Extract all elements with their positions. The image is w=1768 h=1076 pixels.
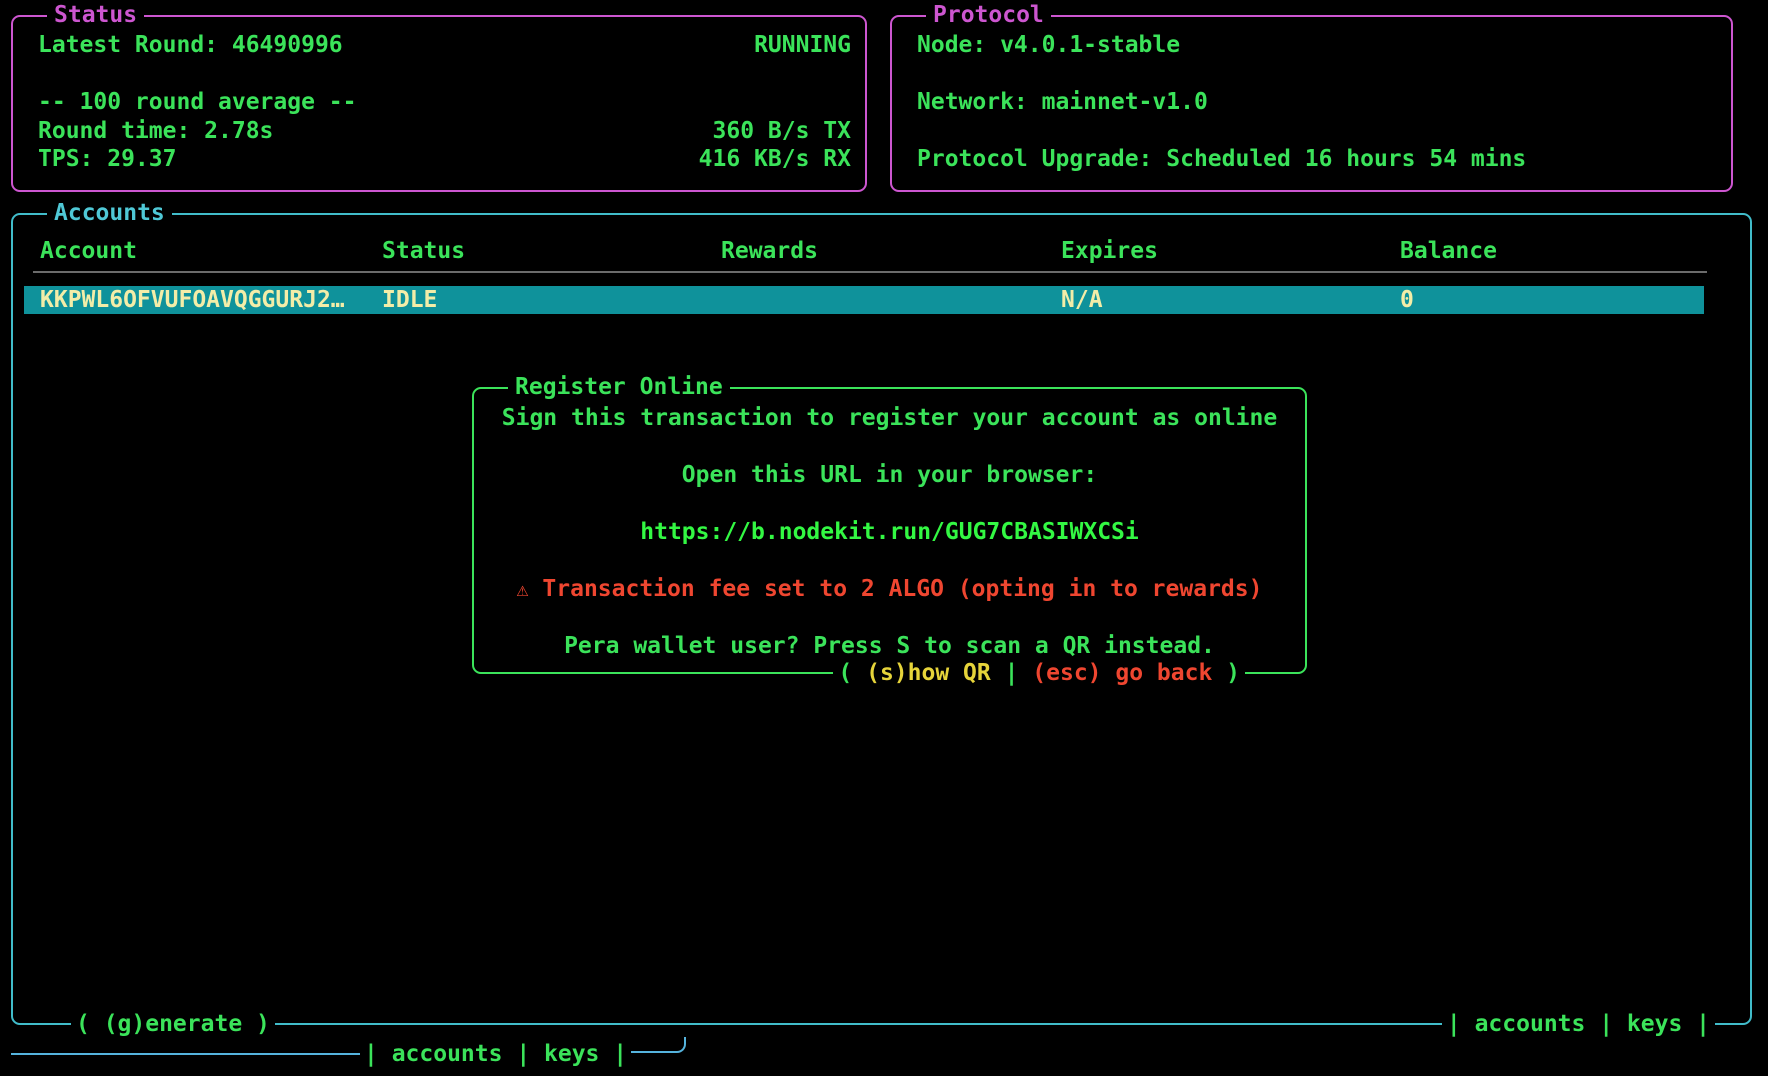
accounts-panel: Accounts Account Status Rewards Expires … — [11, 213, 1752, 1025]
account-expires-cell: N/A — [1061, 287, 1400, 313]
column-header-status: Status — [382, 238, 721, 264]
fee-warning-text: ⚠ Transaction fee set to 2 ALGO (opting … — [474, 575, 1305, 632]
account-status-cell: IDLE — [382, 287, 721, 313]
round-average-header: -- 100 round average -- — [38, 89, 357, 115]
dialog-footer-actions: ( (s)how QR | (esc) go back ) — [833, 659, 1245, 687]
accounts-panel-tabs[interactable]: | accounts | keys | — [1442, 1010, 1715, 1038]
tx-rate-text: 360 B/s TX — [713, 118, 851, 144]
status-content: Latest Round: 46490996 RUNNING -- 100 ro… — [13, 17, 865, 190]
round-time-text: Round time: 2.78s — [38, 118, 273, 144]
go-back-action[interactable]: (esc) go back — [1032, 660, 1212, 686]
accounts-table-header: Account Status Rewards Expires Balance — [13, 237, 1750, 265]
account-address-cell: KKPWL6OFVUFOAVQGGURJ2… — [40, 287, 382, 313]
column-header-expires: Expires — [1061, 238, 1400, 264]
tps-text: TPS: 29.37 — [38, 146, 176, 172]
accounts-panel-title: Accounts — [47, 199, 172, 227]
node-state-badge: RUNNING — [754, 32, 851, 58]
register-online-dialog: Register Online Sign this transaction to… — [472, 387, 1307, 674]
registration-url: https://b.nodekit.run/GUG7CBASIWXCSi — [474, 518, 1305, 575]
dialog-sign-text: Sign this transaction to register your a… — [474, 404, 1305, 461]
column-header-account: Account — [40, 238, 382, 264]
status-panel: Status Latest Round: 46490996 RUNNING --… — [11, 15, 867, 192]
footer-nav-tabs[interactable]: | accounts | keys | — [360, 1040, 631, 1068]
account-row-selected[interactable]: KKPWL6OFVUFOAVQGGURJ2… IDLE N/A 0 — [24, 286, 1704, 314]
register-online-dialog-content: Sign this transaction to register your a… — [474, 389, 1305, 672]
account-balance-cell: 0 — [1400, 287, 1704, 313]
warning-icon: ⚠ — [517, 577, 529, 601]
show-qr-action[interactable]: (s)how QR — [866, 660, 991, 686]
footer-border-elbow — [628, 1037, 686, 1053]
header-separator — [33, 271, 1707, 273]
column-header-rewards: Rewards — [721, 238, 1061, 264]
column-header-balance: Balance — [1400, 238, 1750, 264]
network-text: Network: mainnet-v1.0 — [917, 89, 1208, 115]
protocol-upgrade-text: Protocol Upgrade: Scheduled 16 hours 54 … — [917, 146, 1526, 172]
rx-rate-text: 416 KB/s RX — [699, 146, 851, 172]
latest-round-text: Latest Round: 46490996 — [38, 32, 343, 58]
protocol-panel: Protocol Node: v4.0.1-stable Network: ma… — [890, 15, 1733, 192]
generate-account-action[interactable]: ( (g)enerate ) — [71, 1010, 275, 1038]
node-version-text: Node: v4.0.1-stable — [917, 32, 1180, 58]
protocol-content: Node: v4.0.1-stable Network: mainnet-v1.… — [892, 17, 1731, 190]
dialog-open-url-text: Open this URL in your browser: — [474, 461, 1305, 518]
